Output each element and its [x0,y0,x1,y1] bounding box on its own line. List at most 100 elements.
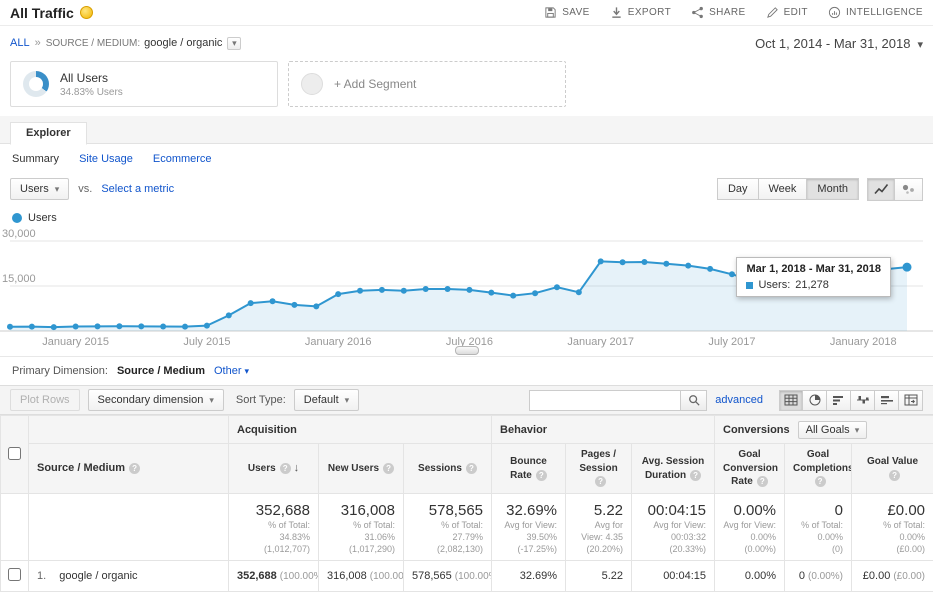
advanced-search-link[interactable]: advanced [715,394,763,406]
help-icon[interactable] [129,463,140,474]
select-all-checkbox[interactable] [8,447,21,460]
dimension-group-spacer [29,416,229,444]
save-icon [544,6,557,19]
line-chart-button[interactable] [867,178,895,201]
secondary-dimension-dropdown[interactable]: Secondary dimension [88,389,224,411]
tooltip-series-label: Users: [758,279,790,291]
help-icon[interactable] [690,470,701,481]
edit-icon [766,6,779,19]
sort-desc-icon [294,463,300,474]
column-header-users[interactable]: Users [229,444,319,494]
goal-conversion-rate-header-label: Goal Conversion Rate [723,449,778,487]
sort-type-dropdown[interactable]: Default [294,389,359,411]
select-metric-link[interactable]: Select a metric [101,183,174,195]
cell-sessions: 578,565(100.00%) [404,561,492,592]
table-row[interactable]: 1. google / organic 352,688(100.00%) 316… [1,561,933,592]
edit-button-label: EDIT [784,7,808,18]
metric-dropdown[interactable]: Users [10,178,69,200]
motion-chart-icon [901,183,916,195]
segment-all-users[interactable]: All Users 34.83% Users [10,61,278,107]
metric-bar: Users vs. Select a metric Day Week Month [0,172,933,206]
source-medium-header-label: Source / Medium [37,462,125,474]
column-header-goal-conversion-rate[interactable]: Goal Conversion Rate [715,444,785,494]
granularity-month-button[interactable]: Month [807,178,859,200]
view-pivot-button[interactable] [899,390,923,411]
sort-type-value: Default [304,394,339,406]
vs-label: vs. [78,183,92,195]
help-icon[interactable] [757,476,768,487]
cell-goal-value: £0.00(£0.00) [852,561,933,592]
save-button-label: SAVE [562,7,590,18]
column-header-source-medium[interactable]: Source / Medium [29,444,229,494]
view-term-cloud-button[interactable] [875,390,899,411]
motion-chart-button[interactable] [895,178,923,201]
granularity-week-button[interactable]: Week [759,178,808,200]
column-header-bounce-rate[interactable]: Bounce Rate [492,444,566,494]
help-icon[interactable] [536,470,547,481]
table-search: advanced [529,390,771,411]
breadcrumb-dropdown-button[interactable] [227,37,241,50]
view-table-button[interactable] [779,390,803,411]
summary-dimension-cell [29,494,229,561]
summary-spacer [1,494,29,561]
row-dimension-link[interactable]: google / organic [59,570,137,582]
help-icon[interactable] [280,463,291,474]
view-comparison-button[interactable] [851,390,875,411]
report-actions: SAVE EXPORT SHARE EDIT [544,6,923,19]
primary-dimension-source-medium[interactable]: Source / Medium [117,365,205,377]
tab-explorer[interactable]: Explorer [10,122,87,145]
search-input[interactable] [529,390,681,411]
share-button[interactable]: SHARE [691,6,745,19]
search-icon [688,394,700,406]
help-icon[interactable] [595,476,606,487]
goals-selector-dropdown[interactable]: All Goals [798,421,868,439]
tab-ecommerce[interactable]: Ecommerce [153,153,212,165]
column-header-pages-session[interactable]: Pages / Session [566,444,632,494]
column-header-goal-value[interactable]: Goal Value [852,444,933,494]
legend-label: Users [28,212,57,224]
help-icon[interactable] [815,476,826,487]
column-header-goal-completions[interactable]: Goal Completions [785,444,852,494]
row-checkbox[interactable] [8,568,21,581]
summary-bounce-rate: 32.69%Avg for View: 39.50%(-17.25%) [492,494,566,561]
svg-text:July 2017: July 2017 [708,336,755,348]
primary-dimension-other[interactable]: Other [214,365,249,377]
conversions-label: Conversions [723,424,790,436]
breadcrumb-all-link[interactable]: ALL [10,37,30,49]
search-button[interactable] [681,390,707,411]
tab-summary[interactable]: Summary [12,153,59,165]
term-cloud-icon [880,394,894,406]
granularity-day-button[interactable]: Day [717,178,759,200]
chart-scroll-handle[interactable] [455,346,479,355]
date-range-selector[interactable]: Oct 1, 2014 - Mar 31, 2018 [755,36,923,51]
add-segment-button[interactable]: + Add Segment [288,61,566,107]
plot-rows-button[interactable]: Plot Rows [10,389,80,411]
caret-down-icon [917,36,923,51]
report-data-table: Acquisition Behavior Conversions All Goa… [0,415,933,592]
help-icon[interactable] [889,470,900,481]
save-button[interactable]: SAVE [544,6,590,19]
view-performance-button[interactable] [827,390,851,411]
help-icon[interactable] [466,463,477,474]
pivot-icon [904,394,918,406]
tab-site-usage[interactable]: Site Usage [79,153,133,165]
view-percentage-button[interactable] [803,390,827,411]
report-tab-strip: Explorer [0,116,933,144]
column-header-new-users[interactable]: New Users [319,444,404,494]
summary-avg-session-duration: 00:04:15Avg for View: 00:03:32(20.33%) [632,494,715,561]
column-header-avg-session-duration[interactable]: Avg. Session Duration [632,444,715,494]
breadcrumb-dimension-value: google / organic [144,37,222,49]
export-button-label: EXPORT [628,7,671,18]
export-button[interactable]: EXPORT [610,6,671,19]
tooltip-date-range: Mar 1, 2018 - Mar 31, 2018 [746,263,881,275]
edit-button[interactable]: EDIT [766,6,808,19]
line-chart-icon [874,183,889,195]
intelligence-button[interactable]: INTELLIGENCE [828,6,923,19]
bar-chart-icon [832,394,846,406]
svg-text:January 2017: January 2017 [567,336,634,348]
chart-tooltip: Mar 1, 2018 - Mar 31, 2018 Users: 21,278 [736,257,891,297]
table-toolbar: Plot Rows Secondary dimension Sort Type:… [0,385,933,415]
column-header-sessions[interactable]: Sessions [404,444,492,494]
help-icon[interactable] [383,463,394,474]
svg-text:30,000: 30,000 [2,228,36,240]
